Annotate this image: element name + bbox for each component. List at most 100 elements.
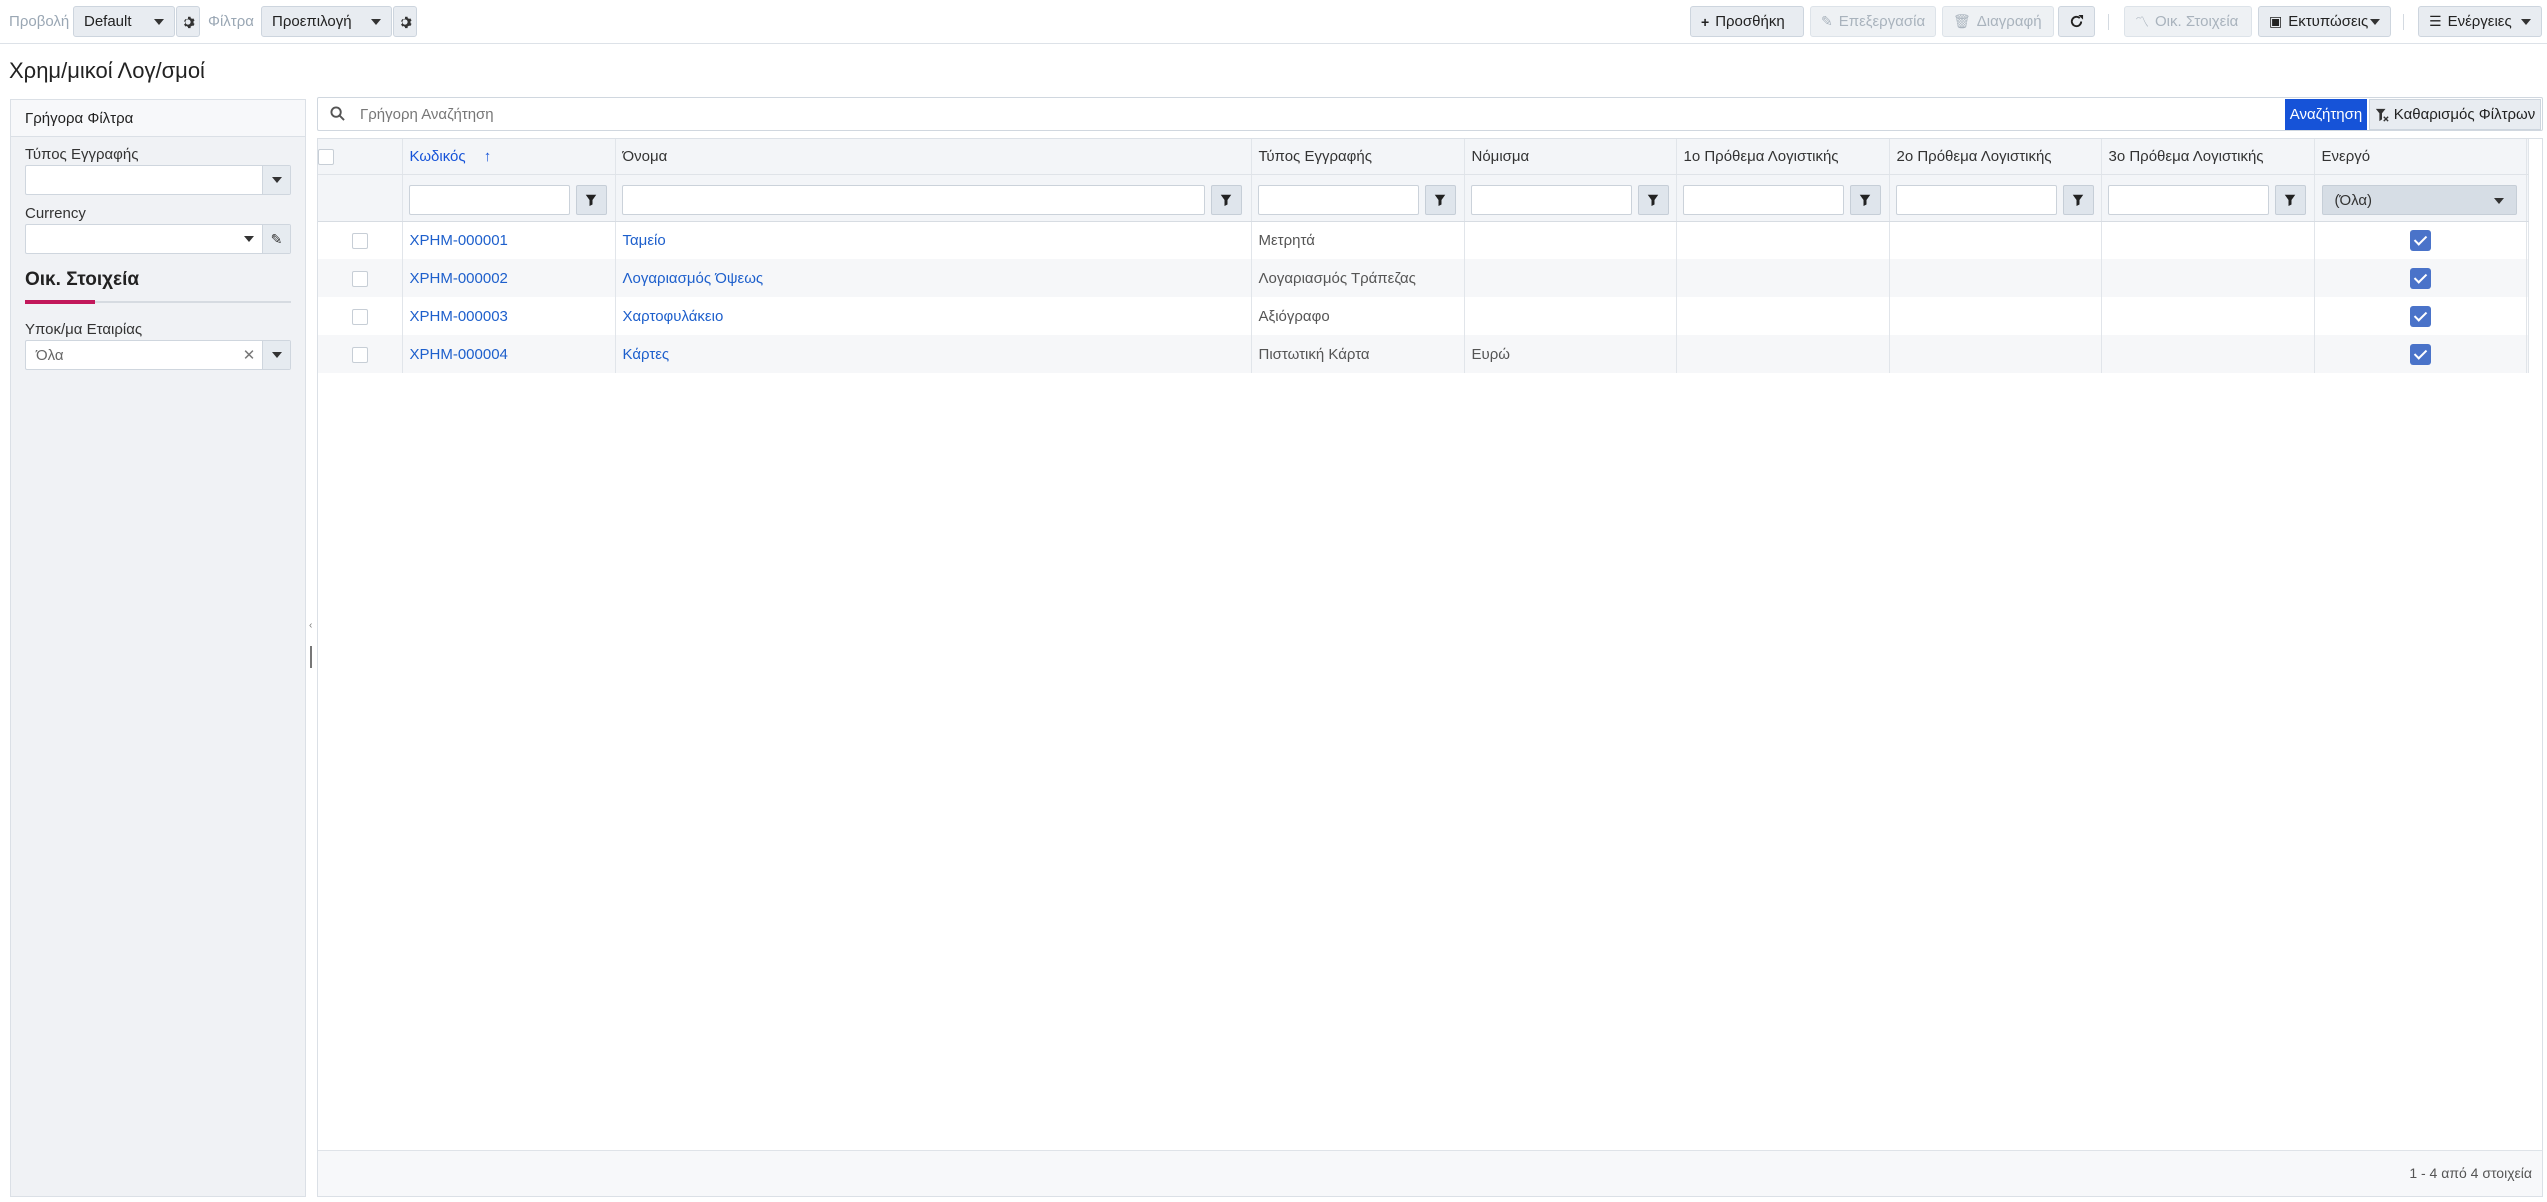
row-checkbox[interactable]	[351, 232, 368, 249]
gear-icon	[184, 16, 195, 28]
chevron-down-icon	[2493, 197, 2504, 204]
column-header-prefix-2[interactable]: 2ο Πρόθεμα Λογιστικής	[1889, 139, 2102, 175]
row-checkbox[interactable]	[351, 270, 368, 287]
view-dropdown[interactable]: Default	[73, 6, 175, 37]
pencil-icon: ✎	[1821, 13, 1833, 29]
financial-data-label: Οικ. Στοιχεία	[2155, 13, 2239, 30]
branch-dropdown-button[interactable]	[262, 341, 290, 369]
cell-code[interactable]: ΧΡΗΜ-000003	[402, 297, 616, 335]
table-row[interactable]: ΧΡΗΜ-000003 Χαρτοφυλάκειο Αξιόγραφο	[318, 297, 2529, 335]
delete-button[interactable]: 🗑 Διαγραφή	[1942, 6, 2054, 37]
filters-label: Φίλτρα	[208, 13, 254, 30]
filter-input-code[interactable]	[408, 184, 570, 215]
filter-input-name[interactable]	[621, 184, 1205, 215]
filter-input-currency[interactable]	[1470, 184, 1632, 215]
column-header-record-type[interactable]: Τύπος Εγγραφής	[1251, 139, 1465, 175]
currency-edit-button[interactable]: ✎	[262, 225, 290, 253]
cell-prefix-2	[1889, 221, 2102, 259]
cell-record-type: Πιστωτική Κάρτα	[1251, 335, 1465, 373]
chart-line-icon: 〽	[2135, 13, 2149, 30]
filter-button-record-type[interactable]	[1424, 184, 1456, 215]
cell-code[interactable]: ΧΡΗΜ-000002	[402, 259, 616, 297]
filters-settings-button[interactable]	[393, 6, 417, 37]
toolbar-divider	[2403, 14, 2404, 30]
record-type-select[interactable]	[25, 165, 291, 195]
view-settings-button[interactable]	[176, 6, 200, 37]
financial-data-button[interactable]: 〽 Οικ. Στοιχεία	[2124, 6, 2252, 37]
column-header-name[interactable]: Όνομα	[615, 139, 1252, 175]
menu-icon: ☰	[2429, 13, 2442, 29]
cell-prefix-2	[1889, 259, 2102, 297]
search-button[interactable]: Αναζήτηση	[2285, 99, 2367, 130]
search-icon	[330, 106, 345, 121]
column-header-prefix-3[interactable]: 3ο Πρόθεμα Λογιστικής	[2101, 139, 2315, 175]
clear-filters-button[interactable]: Καθαρισμός Φίλτρων	[2369, 99, 2541, 130]
column-header-code[interactable]: Κωδικός ↑	[402, 139, 616, 175]
currency-dropdown-button[interactable]	[236, 225, 262, 253]
cell-record-type: Αξιόγραφο	[1251, 297, 1465, 335]
cell-name[interactable]: Χαρτοφυλάκειο	[615, 297, 1252, 335]
active-checkbox-checked[interactable]	[2409, 343, 2431, 365]
filter-input-prefix-3[interactable]	[2107, 184, 2269, 215]
row-select-cell	[318, 259, 403, 297]
cell-code[interactable]: ΧΡΗΜ-000004	[402, 335, 616, 373]
table-row[interactable]: ΧΡΗΜ-000001 Ταμείο Μετρητά	[318, 221, 2529, 259]
row-checkbox[interactable]	[351, 346, 368, 363]
edit-button[interactable]: ✎ Επεξεργασία	[1810, 6, 1936, 37]
quick-filters-panel: Γρήγορα Φίλτρα Τύπος Εγγραφής Currency ✎…	[10, 99, 306, 1197]
filters-dropdown[interactable]: Προεπιλογή	[261, 6, 392, 37]
refresh-icon	[2070, 14, 2084, 28]
filter-select-active-value: (Όλα)	[2334, 191, 2373, 209]
table-row[interactable]: ΧΡΗΜ-000002 Λογαριασμός Όψεως Λογαριασμό…	[318, 259, 2529, 297]
filter-button-prefix-1[interactable]	[1849, 184, 1881, 215]
filter-input-record-type[interactable]	[1257, 184, 1419, 215]
cell-name[interactable]: Κάρτες	[615, 335, 1252, 373]
filter-select-active[interactable]: (Όλα)	[2321, 184, 2517, 215]
filter-input-prefix-1[interactable]	[1682, 184, 1844, 215]
panel-splitter[interactable]: ‹	[309, 620, 313, 672]
cell-prefix-1	[1676, 297, 1890, 335]
active-checkbox-checked[interactable]	[2409, 267, 2431, 289]
cell-code[interactable]: ΧΡΗΜ-000001	[402, 221, 616, 259]
column-header-prefix-1[interactable]: 1ο Πρόθεμα Λογιστικής	[1676, 139, 1890, 175]
filters-value: Προεπιλογή	[272, 13, 352, 30]
filter-input-prefix-2[interactable]	[1895, 184, 2057, 215]
filter-cell-currency	[1464, 174, 1677, 222]
select-all-checkbox[interactable]	[318, 148, 334, 165]
cell-active	[2314, 297, 2527, 335]
branch-clear-button[interactable]: ✕	[236, 341, 262, 369]
filter-button-prefix-3[interactable]	[2274, 184, 2306, 215]
refresh-button[interactable]	[2058, 6, 2095, 37]
active-checkbox-checked[interactable]	[2409, 305, 2431, 327]
close-icon: ✕	[242, 347, 256, 364]
filter-button-code[interactable]	[575, 184, 607, 215]
filter-cell-prefix-3	[2101, 174, 2315, 222]
filter-button-currency[interactable]	[1637, 184, 1669, 215]
pencil-icon: ✎	[270, 230, 283, 247]
cell-name[interactable]: Ταμείο	[615, 221, 1252, 259]
cell-name[interactable]: Λογαριασμός Όψεως	[615, 259, 1252, 297]
table-row[interactable]: ΧΡΗΜ-000004 Κάρτες Πιστωτική Κάρτα Ευρώ	[318, 335, 2529, 373]
pager-summary: 1 - 4 από 4 στοιχεία	[2409, 1165, 2532, 1181]
toolbar-divider	[2108, 14, 2109, 30]
print-dropdown[interactable]: ▣ Εκτυπώσεις	[2258, 6, 2391, 37]
actions-dropdown[interactable]: ☰ Ενέργειες	[2418, 6, 2542, 37]
filter-icon	[1220, 194, 1232, 206]
quick-search-input[interactable]	[358, 102, 2258, 126]
branch-select[interactable]: Όλα ✕	[25, 340, 291, 370]
add-button[interactable]: + Προσθήκη	[1690, 6, 1804, 37]
filter-button-name[interactable]	[1210, 184, 1242, 215]
record-type-dropdown-button[interactable]	[262, 166, 290, 194]
row-checkbox[interactable]	[351, 308, 368, 325]
column-header-active[interactable]: Ενεργό	[2314, 139, 2527, 175]
filter-button-prefix-2[interactable]	[2062, 184, 2094, 215]
page-title: Χρημ/μικοί Λογ/σμοί	[9, 58, 205, 83]
cell-prefix-3	[2101, 335, 2315, 373]
currency-select[interactable]: ✎	[25, 224, 291, 254]
column-header-currency[interactable]: Νόμισμα	[1464, 139, 1677, 175]
cell-prefix-2	[1889, 335, 2102, 373]
cell-spacer	[2526, 221, 2529, 259]
splitter-handle[interactable]	[310, 646, 312, 668]
active-checkbox-checked[interactable]	[2409, 229, 2431, 251]
chevron-down-icon	[244, 236, 254, 242]
